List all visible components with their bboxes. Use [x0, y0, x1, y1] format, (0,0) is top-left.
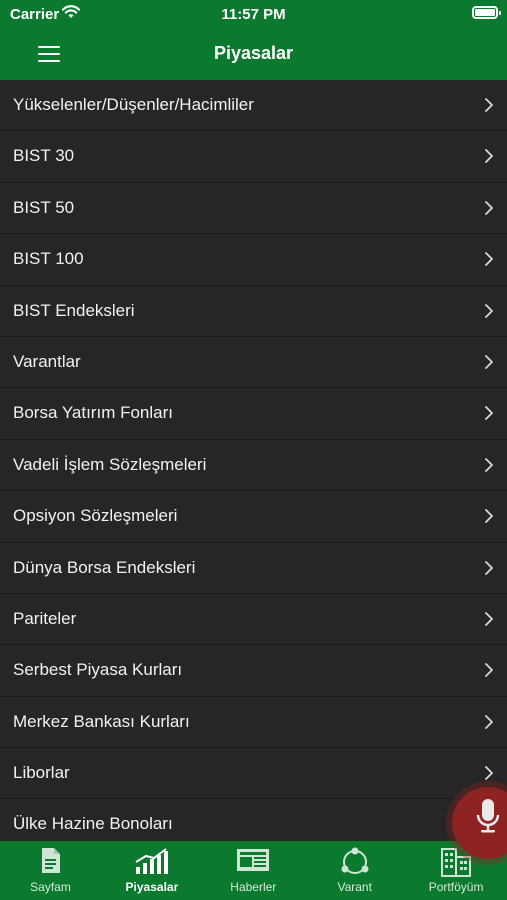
chevron-right-icon [485, 560, 493, 580]
tab-label: Varant [337, 880, 372, 894]
market-list-item[interactable]: BIST 100 [0, 234, 507, 286]
market-list-item[interactable]: Dünya Borsa Endeksleri [0, 542, 507, 594]
microphone-icon [476, 799, 500, 833]
tab-2[interactable]: Haberler [203, 841, 304, 900]
market-list-item-label: Opsiyon Sözleşmeleri [13, 506, 178, 526]
document-icon [0, 847, 101, 879]
chevron-right-icon [485, 457, 493, 477]
market-list-item[interactable]: Serbest Piyasa Kurları [0, 645, 507, 697]
markets-list[interactable]: Yükselenler/Düşenler/Hacimliler BIST 30 BI… [0, 80, 507, 841]
chevron-right-icon [485, 355, 493, 374]
chevron-right-icon [485, 663, 493, 682]
chevron-right-icon [485, 98, 493, 117]
bar-chart-icon [101, 847, 202, 880]
tab-label: Portföyüm [428, 880, 484, 894]
market-list-item[interactable]: BIST 30 [0, 131, 507, 183]
chevron-right-icon [485, 252, 493, 271]
market-list-item-label: Ülke Hazine Bonoları [13, 814, 173, 834]
market-list-item-label: BIST Endeksleri [13, 300, 135, 320]
clock: 11:57 PM [221, 6, 286, 23]
tab-label: Piyasalar [125, 880, 179, 894]
chevron-right-icon [485, 766, 493, 785]
market-list-item-label: Merkez Bankası Kurları [13, 711, 190, 731]
page-title: Piyasalar [213, 43, 294, 63]
market-list-item-label: Varantlar [13, 351, 81, 371]
tab-0[interactable]: Sayfam [0, 841, 101, 900]
market-list-item[interactable]: BIST 50 [0, 182, 507, 235]
market-list-item-label: Yükselenler/Düşenler/Hacimliler [13, 95, 254, 114]
newspaper-icon [203, 847, 304, 878]
market-list-item[interactable]: Borsa Yatırım Fonları [0, 388, 507, 440]
chevron-right-icon [485, 612, 493, 631]
tab-3[interactable]: Varant [304, 841, 405, 900]
market-list-item[interactable]: Yükselenler/Düşenler/Hacimliler [0, 80, 507, 132]
tab-bar: Sayfam Piyasalar Haberler Varant Portföyüm [0, 841, 507, 900]
chevron-right-icon [485, 200, 493, 220]
chevron-right-icon [485, 714, 493, 734]
market-list-item-label: Vadeli İşlem Sözleşmeleri [13, 454, 207, 474]
market-list-item[interactable]: Opsiyon Sözleşmeleri [0, 491, 507, 543]
market-list-item-label: Pariteler [13, 608, 77, 628]
market-list-item[interactable]: Varantlar [0, 336, 507, 389]
market-list-item[interactable]: Merkez Bankası Kurları [0, 696, 507, 749]
market-list-item-label: BIST 30 [13, 146, 75, 166]
market-list-item[interactable]: Ülke Hazine Bonoları [0, 799, 507, 841]
market-list-item-label: Borsa Yatırım Fonları [13, 403, 173, 423]
market-list-item[interactable]: Pariteler [0, 593, 507, 646]
chevron-right-icon [485, 406, 493, 425]
market-list-item-label: Dünya Borsa Endeksleri [13, 557, 196, 577]
market-list-item[interactable]: BIST Endeksleri [0, 285, 507, 337]
chevron-right-icon [485, 303, 493, 323]
market-list-item-label: BIST 100 [13, 249, 84, 269]
cycle-icon [304, 847, 405, 882]
status-bar: Carrier 11:57 PM [0, 0, 507, 28]
tab-label: Sayfam [30, 880, 71, 894]
market-list-item-label: Liborlar [13, 763, 70, 783]
nav-bar: Piyasalar [0, 28, 507, 80]
market-list-item-label: Serbest Piyasa Kurları [13, 660, 183, 680]
tab-label: Haberler [230, 880, 277, 894]
chevron-right-icon [485, 509, 493, 528]
battery-icon [472, 6, 501, 19]
chevron-right-icon [485, 149, 493, 168]
market-list-item[interactable]: Vadeli İşlem Sözleşmeleri [0, 439, 507, 492]
tab-1[interactable]: Piyasalar [101, 841, 202, 900]
market-list-item[interactable]: Liborlar [0, 748, 507, 800]
market-list-item-label: BIST 50 [13, 197, 75, 217]
